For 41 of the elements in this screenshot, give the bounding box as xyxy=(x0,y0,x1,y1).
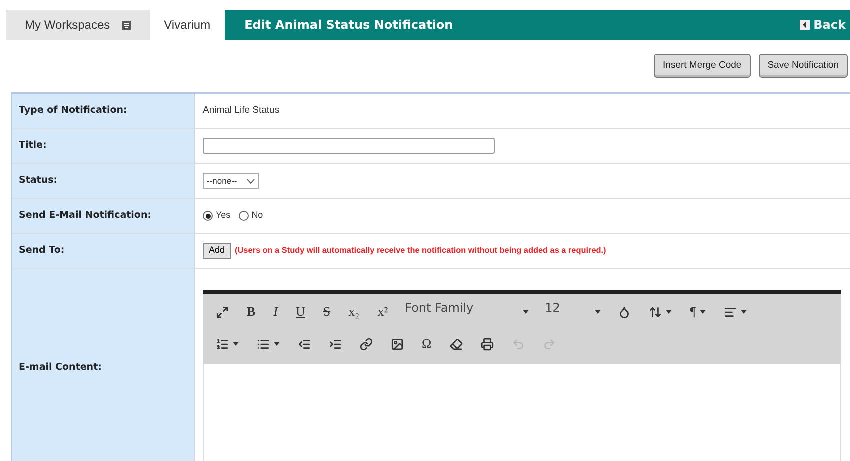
status-select[interactable]: --none-- xyxy=(203,173,260,189)
droplet-icon xyxy=(618,306,632,318)
send-to-note: (Users on a Study will automatically receive the notification without being added as a required.) xyxy=(235,244,606,257)
numbered-list-icon xyxy=(216,338,229,350)
toolbar-select[interactable]: 12 xyxy=(537,299,610,325)
expand-icon xyxy=(216,306,229,318)
eraser-icon xyxy=(450,338,463,350)
field-label: E-mail Content: xyxy=(19,361,102,376)
outdent-icon xyxy=(298,338,311,350)
action-button[interactable]: Insert Merge Code xyxy=(654,54,751,78)
workspace-tab[interactable]: My Workspaces xyxy=(6,10,150,40)
toolbar-button[interactable]: Ω xyxy=(413,331,441,357)
align-icon xyxy=(724,306,737,318)
action-button[interactable]: Save Notification xyxy=(758,54,848,78)
image-icon xyxy=(391,338,404,350)
radio-option[interactable]: Yes xyxy=(203,209,231,223)
toolbar-button[interactable]: S xyxy=(314,299,340,325)
back-button[interactable]: Back xyxy=(800,16,846,34)
toolbar-button[interactable]: I xyxy=(264,299,288,325)
field-label: Send E-Mail Notification: xyxy=(19,208,152,223)
toolbar-select[interactable]: Font Family xyxy=(397,299,538,325)
radio-option[interactable]: No xyxy=(238,209,264,223)
toolbar-button[interactable]: x₂ xyxy=(340,299,369,325)
bullet-list-icon xyxy=(257,338,270,350)
toolbar-button[interactable]: U xyxy=(287,299,314,325)
indent-icon xyxy=(329,338,342,350)
field-label: Title: xyxy=(19,138,47,153)
add-button[interactable]: Add xyxy=(203,243,232,259)
field-label: Status: xyxy=(19,174,58,188)
toolbar-button[interactable]: ¶ xyxy=(681,299,715,325)
print-icon xyxy=(480,338,494,350)
page-title: Edit Animal Status Notification xyxy=(244,17,454,34)
toolbar-button[interactable]: x² xyxy=(368,299,398,325)
notification-type: Animal Life Status xyxy=(203,104,280,118)
chevron-icon xyxy=(247,178,256,184)
title-field[interactable] xyxy=(203,138,495,154)
link-icon xyxy=(360,338,373,350)
toolbar-button[interactable]: B xyxy=(238,299,265,325)
line-height-icon xyxy=(649,306,662,318)
field-label: Type of Notification: xyxy=(19,104,128,118)
field-label: Send To: xyxy=(19,244,65,258)
